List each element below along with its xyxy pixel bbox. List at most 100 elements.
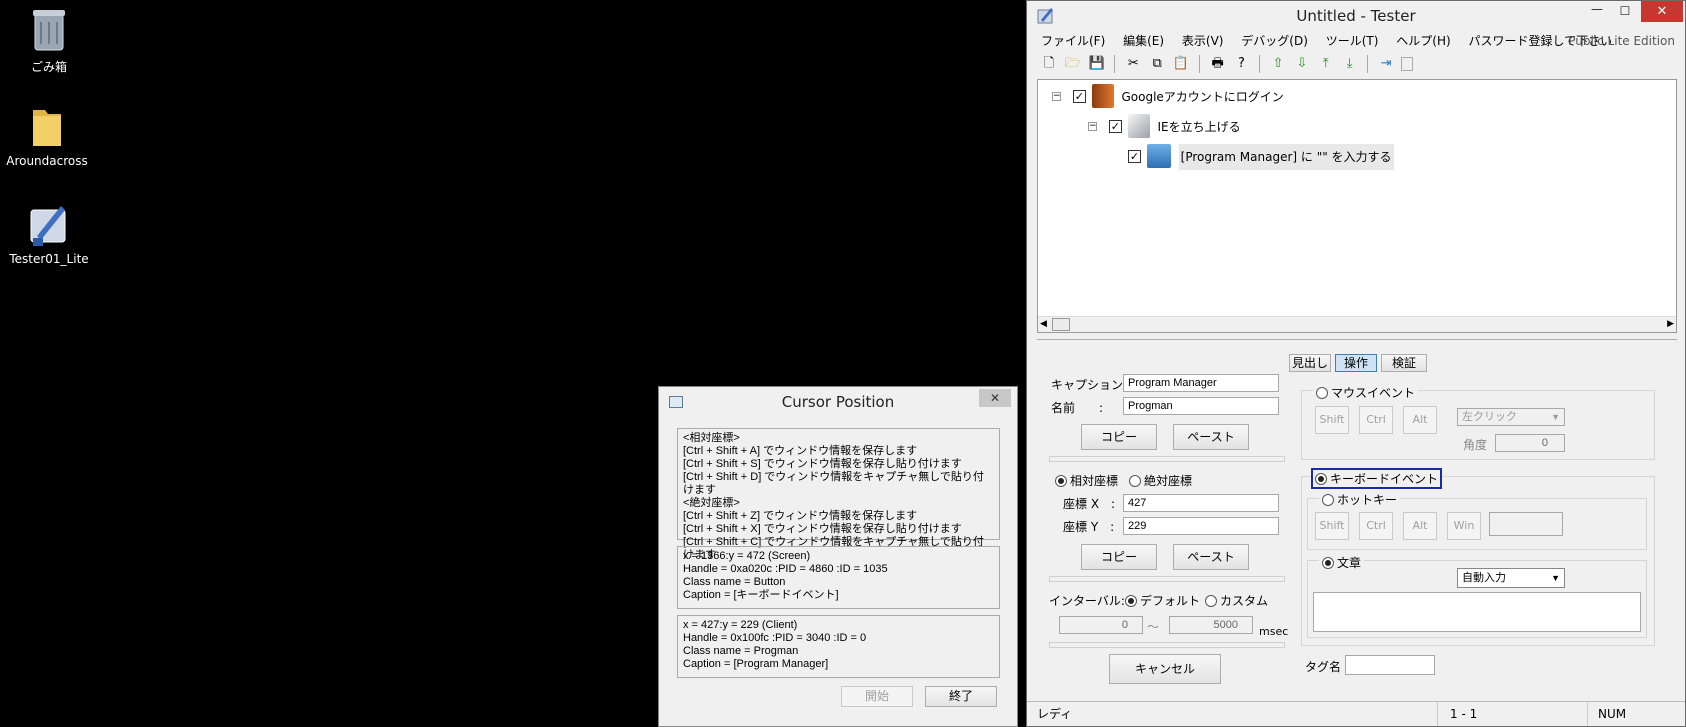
- desktop-icon-recycle-bin[interactable]: ごみ箱: [4, 6, 94, 75]
- move-down-icon[interactable]: ⇩: [1293, 55, 1311, 73]
- mouse-shift-button[interactable]: Shift: [1315, 406, 1349, 434]
- tree-item-selected[interactable]: ✓ [Program Manager] に "" を入力する: [1128, 143, 1394, 172]
- toolbar: 🗋 🗁 💾 ✂ ⧉ 📋 🖶 ? ⇧ ⇩ ⤒ ⤓ ⇥: [1035, 53, 1679, 77]
- copy-icon[interactable]: ⧉: [1148, 55, 1166, 73]
- export-icon[interactable]: ⇥: [1377, 55, 1395, 73]
- start-button[interactable]: 開始: [841, 686, 913, 707]
- divider: [1049, 576, 1285, 582]
- menu-tools[interactable]: ツール(T): [1326, 34, 1379, 48]
- mouse-ctrl-button[interactable]: Ctrl: [1359, 406, 1393, 434]
- horizontal-scrollbar[interactable]: ◀ ▶: [1038, 316, 1676, 332]
- keyboard-event-radio[interactable]: キーボードイベント: [1311, 468, 1443, 489]
- close-icon: ✕: [989, 391, 1001, 405]
- desktop-icon-aroundacross[interactable]: Aroundacross: [2, 102, 92, 168]
- paste-icon[interactable]: 📋: [1172, 55, 1190, 73]
- save-icon[interactable]: 💾: [1088, 55, 1106, 73]
- mouse-alt-button[interactable]: Alt: [1403, 406, 1437, 434]
- desktop-icon-tester[interactable]: Tester01_Lite: [4, 200, 94, 266]
- status-num: NUM: [1587, 702, 1663, 726]
- name-label: 名前 :: [1051, 401, 1104, 415]
- paste-button-2[interactable]: ペースト: [1173, 544, 1249, 570]
- tag-label: タグ名: [1305, 660, 1342, 674]
- tree-item[interactable]: − ✓ IEを立ち上げる: [1088, 114, 1241, 140]
- tree-checkbox[interactable]: ✓: [1108, 119, 1122, 133]
- folder-icon: [33, 110, 61, 146]
- x-label: 座標 X :: [1063, 497, 1116, 511]
- tab-heading[interactable]: 見出し: [1289, 354, 1331, 372]
- paste-button[interactable]: ペースト: [1173, 424, 1249, 450]
- caption-label: キャプション:: [1051, 378, 1128, 392]
- hotkey-shift-button[interactable]: Shift: [1315, 512, 1349, 540]
- close-button[interactable]: ✕: [979, 389, 1011, 407]
- interval-default-label: デフォルト: [1140, 594, 1201, 608]
- menu-help[interactable]: ヘルプ(H): [1396, 34, 1450, 48]
- radio-icon: [1322, 494, 1334, 506]
- tree-item[interactable]: − ✓ Googleアカウントにログイン: [1052, 84, 1284, 110]
- book-icon: [1091, 84, 1114, 108]
- menu-edit[interactable]: 編集(E): [1123, 34, 1164, 48]
- menu-file[interactable]: ファイル(F): [1041, 34, 1105, 48]
- print-icon[interactable]: 🖶: [1209, 55, 1227, 73]
- interval-default-radio[interactable]: デフォルト: [1125, 592, 1200, 609]
- move-up-icon[interactable]: ⇧: [1269, 55, 1287, 73]
- info-line: [Ctrl + Shift + Z] でウィンドウ情報を保存します: [683, 510, 918, 522]
- minimize-button[interactable]: —: [1583, 1, 1611, 21]
- move-bottom-icon[interactable]: ⤓: [1341, 55, 1359, 73]
- y-field[interactable]: 229: [1123, 517, 1279, 535]
- collapse-icon[interactable]: −: [1088, 121, 1097, 131]
- mouse-event-radio[interactable]: マウスイベント: [1313, 384, 1419, 401]
- interval-max-field[interactable]: 5000: [1169, 616, 1253, 634]
- menu-view[interactable]: 表示(V): [1182, 34, 1224, 48]
- screen-line: x = 1366:y = 472 (Screen): [683, 550, 811, 562]
- close-icon: ✕: [1656, 4, 1668, 19]
- coord-relative-radio[interactable]: 相対座標: [1055, 472, 1118, 489]
- menu-debug[interactable]: デバッグ(D): [1241, 34, 1308, 48]
- text-radio[interactable]: 文章: [1319, 554, 1365, 571]
- cut-icon[interactable]: ✂: [1124, 55, 1142, 73]
- screen-line: Caption = [キーボードイベント]: [683, 589, 839, 601]
- tab-operation[interactable]: 操作: [1335, 354, 1377, 372]
- interval-min-field[interactable]: 0: [1059, 616, 1143, 634]
- hotkey-radio[interactable]: ホットキー: [1319, 491, 1401, 508]
- hotkey-key-field[interactable]: [1489, 512, 1563, 536]
- angle-field[interactable]: 0: [1495, 434, 1565, 452]
- maximize-button[interactable]: ☐: [1611, 1, 1639, 21]
- blank-icon[interactable]: [1401, 57, 1414, 71]
- tree-checkbox[interactable]: ✓: [1072, 89, 1086, 103]
- x-field[interactable]: 427: [1123, 494, 1279, 512]
- tree-item-label: [Program Manager] に "" を入力する: [1178, 143, 1394, 170]
- tab-verify[interactable]: 検証: [1381, 354, 1427, 372]
- copy-button-2[interactable]: コピー: [1081, 544, 1157, 570]
- move-top-icon[interactable]: ⤒: [1317, 55, 1335, 73]
- text-input-area[interactable]: [1313, 592, 1641, 632]
- tag-field[interactable]: [1345, 655, 1435, 675]
- name-field[interactable]: Progman: [1123, 397, 1279, 415]
- status-ready: レディ: [1037, 707, 1073, 721]
- hotkey-label: ホットキー: [1337, 493, 1398, 507]
- copy-button[interactable]: コピー: [1081, 424, 1157, 450]
- scroll-right-icon[interactable]: ▶: [1667, 319, 1674, 329]
- caption-field[interactable]: Program Manager: [1123, 374, 1279, 392]
- scroll-thumb[interactable]: [1052, 318, 1070, 331]
- desktop-icon-label: Aroundacross: [6, 154, 88, 168]
- keyboard-event-label: キーボードイベント: [1330, 472, 1439, 486]
- tree-item-label: Googleアカウントにログイン: [1121, 89, 1284, 104]
- help-icon[interactable]: ?: [1232, 55, 1250, 73]
- toolbar-separator: [1114, 55, 1116, 73]
- auto-input-select[interactable]: 自動入力 ▼: [1457, 568, 1565, 588]
- cancel-button[interactable]: キャンセル: [1109, 654, 1221, 684]
- end-button[interactable]: 終了: [925, 686, 997, 707]
- hotkey-win-button[interactable]: Win: [1447, 512, 1481, 540]
- coord-absolute-radio[interactable]: 絶対座標: [1129, 472, 1192, 489]
- hotkey-alt-button[interactable]: Alt: [1403, 512, 1437, 540]
- tree-checkbox[interactable]: ✓: [1128, 149, 1141, 163]
- desktop-icon-label: Tester01_Lite: [9, 252, 89, 266]
- new-icon[interactable]: 🗋: [1040, 55, 1058, 73]
- hotkey-ctrl-button[interactable]: Ctrl: [1359, 512, 1393, 540]
- interval-custom-radio[interactable]: カスタム: [1205, 592, 1268, 609]
- open-icon[interactable]: 🗁: [1064, 55, 1082, 73]
- collapse-icon[interactable]: −: [1052, 91, 1061, 101]
- click-type-select[interactable]: 左クリック ▼: [1457, 408, 1565, 426]
- close-button[interactable]: ✕: [1641, 1, 1683, 22]
- scroll-left-icon[interactable]: ◀: [1040, 319, 1047, 329]
